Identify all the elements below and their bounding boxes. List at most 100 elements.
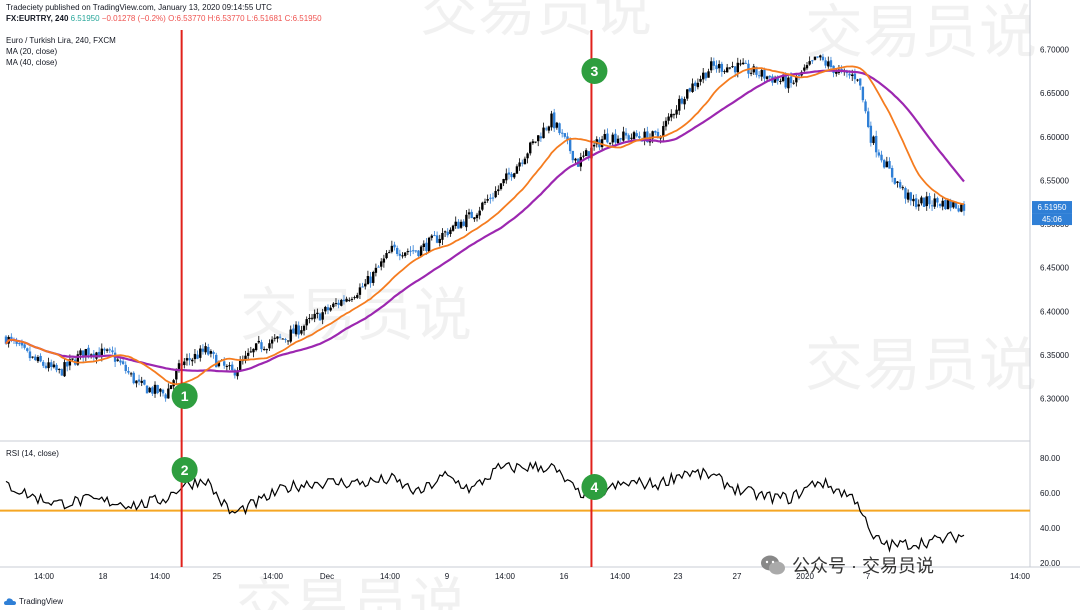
candle [430, 234, 433, 241]
legend-title[interactable]: Euro / Turkish Lira, 240, FXCM [6, 36, 116, 45]
candle [401, 252, 404, 259]
candle-body [225, 365, 229, 367]
candle-body [20, 342, 24, 346]
candle-body [632, 132, 636, 139]
candle [928, 192, 931, 209]
candle [752, 63, 755, 76]
candle [15, 337, 18, 347]
candle [340, 298, 343, 307]
candle-body [616, 138, 620, 144]
candle-body [50, 362, 53, 367]
candle [712, 57, 716, 71]
legend-ma40[interactable]: MA (40, close) [6, 58, 57, 67]
candle-body [111, 350, 114, 353]
candle-body [672, 114, 676, 116]
candle [50, 359, 53, 371]
candle [193, 348, 197, 364]
candle-body [917, 204, 920, 207]
candle-body [441, 232, 444, 240]
signal-marker: 3 [581, 58, 608, 84]
candle [840, 65, 843, 74]
candle-body [124, 364, 127, 371]
candle [228, 362, 231, 370]
legend-rsi[interactable]: RSI (14, close) [6, 449, 59, 458]
time-tick-label: 23 [674, 572, 683, 581]
candle [555, 121, 559, 130]
candle [254, 342, 258, 352]
brand-label: TradingView [19, 597, 64, 606]
time-tick-label: 14:00 [34, 572, 55, 581]
candle-body [960, 204, 963, 212]
candle-body [827, 61, 830, 67]
candle-body [505, 173, 508, 181]
candle-body [936, 198, 939, 203]
candle [491, 192, 495, 202]
candle-body [342, 299, 346, 302]
rsi-line [5, 460, 965, 553]
candle-body [752, 66, 755, 73]
candle-body [901, 187, 904, 189]
tradingview-brand[interactable]: TradingView [4, 597, 63, 606]
candle-body [739, 63, 742, 65]
rsi-tick-label: 60.00 [1040, 489, 1061, 498]
candle-body [499, 183, 503, 190]
candle [739, 59, 742, 67]
candle-body [361, 286, 364, 288]
candle-body [475, 214, 479, 219]
candle-body [630, 137, 633, 139]
ohlc: O:6.53770 H:6.53770 L:6.51681 C:6.51950 [168, 14, 322, 23]
candle [199, 345, 202, 362]
candle-body [398, 253, 402, 256]
candle [31, 356, 34, 359]
candle [406, 248, 410, 256]
candle-body [670, 113, 673, 118]
signal-marker: 4 [581, 474, 608, 500]
candle-body [768, 75, 771, 78]
candle-body [87, 347, 90, 355]
candle-body [624, 132, 628, 136]
candle [233, 368, 237, 379]
candle [169, 385, 173, 390]
candle [127, 367, 130, 375]
candle [930, 200, 934, 212]
candle [246, 348, 250, 361]
candle [518, 158, 521, 171]
candle [906, 189, 910, 203]
candle-body [904, 187, 907, 199]
candle-body [326, 307, 330, 311]
candle-body [334, 303, 338, 305]
candle-body [127, 370, 130, 373]
candle [901, 185, 904, 191]
candle [611, 132, 614, 147]
candle-body [608, 142, 612, 144]
candle-body [518, 162, 521, 167]
candle-body [510, 173, 513, 178]
candle-body [819, 55, 822, 58]
candle [18, 342, 21, 347]
candle [725, 63, 729, 73]
candle [707, 68, 710, 78]
candle [105, 348, 109, 353]
candle-body [715, 65, 718, 70]
candle [616, 135, 620, 144]
candle [478, 206, 481, 220]
candle [510, 172, 513, 181]
candle [720, 61, 724, 77]
time-tick-label: 25 [213, 572, 222, 581]
candle-body [574, 158, 577, 161]
candle [909, 191, 912, 206]
candle-body [34, 356, 37, 360]
candle [422, 240, 425, 251]
chart-canvas[interactable]: 交易员说 交易员说 交易员说 交易员说 交易员说 6.70000 6.65000 6… [0, 0, 1080, 610]
candle-body [316, 312, 319, 315]
legend-ma20[interactable]: MA (20, close) [6, 47, 57, 56]
candle-body [66, 361, 69, 367]
candle [792, 80, 795, 85]
candle-body [329, 307, 332, 311]
candle-body [459, 221, 463, 228]
candle-body [212, 352, 215, 354]
candle-body [372, 271, 375, 283]
rsi-axis[interactable]: 80.00 60.00 40.00 20.00 [1040, 454, 1061, 568]
candle [563, 133, 567, 139]
candle [366, 270, 370, 285]
